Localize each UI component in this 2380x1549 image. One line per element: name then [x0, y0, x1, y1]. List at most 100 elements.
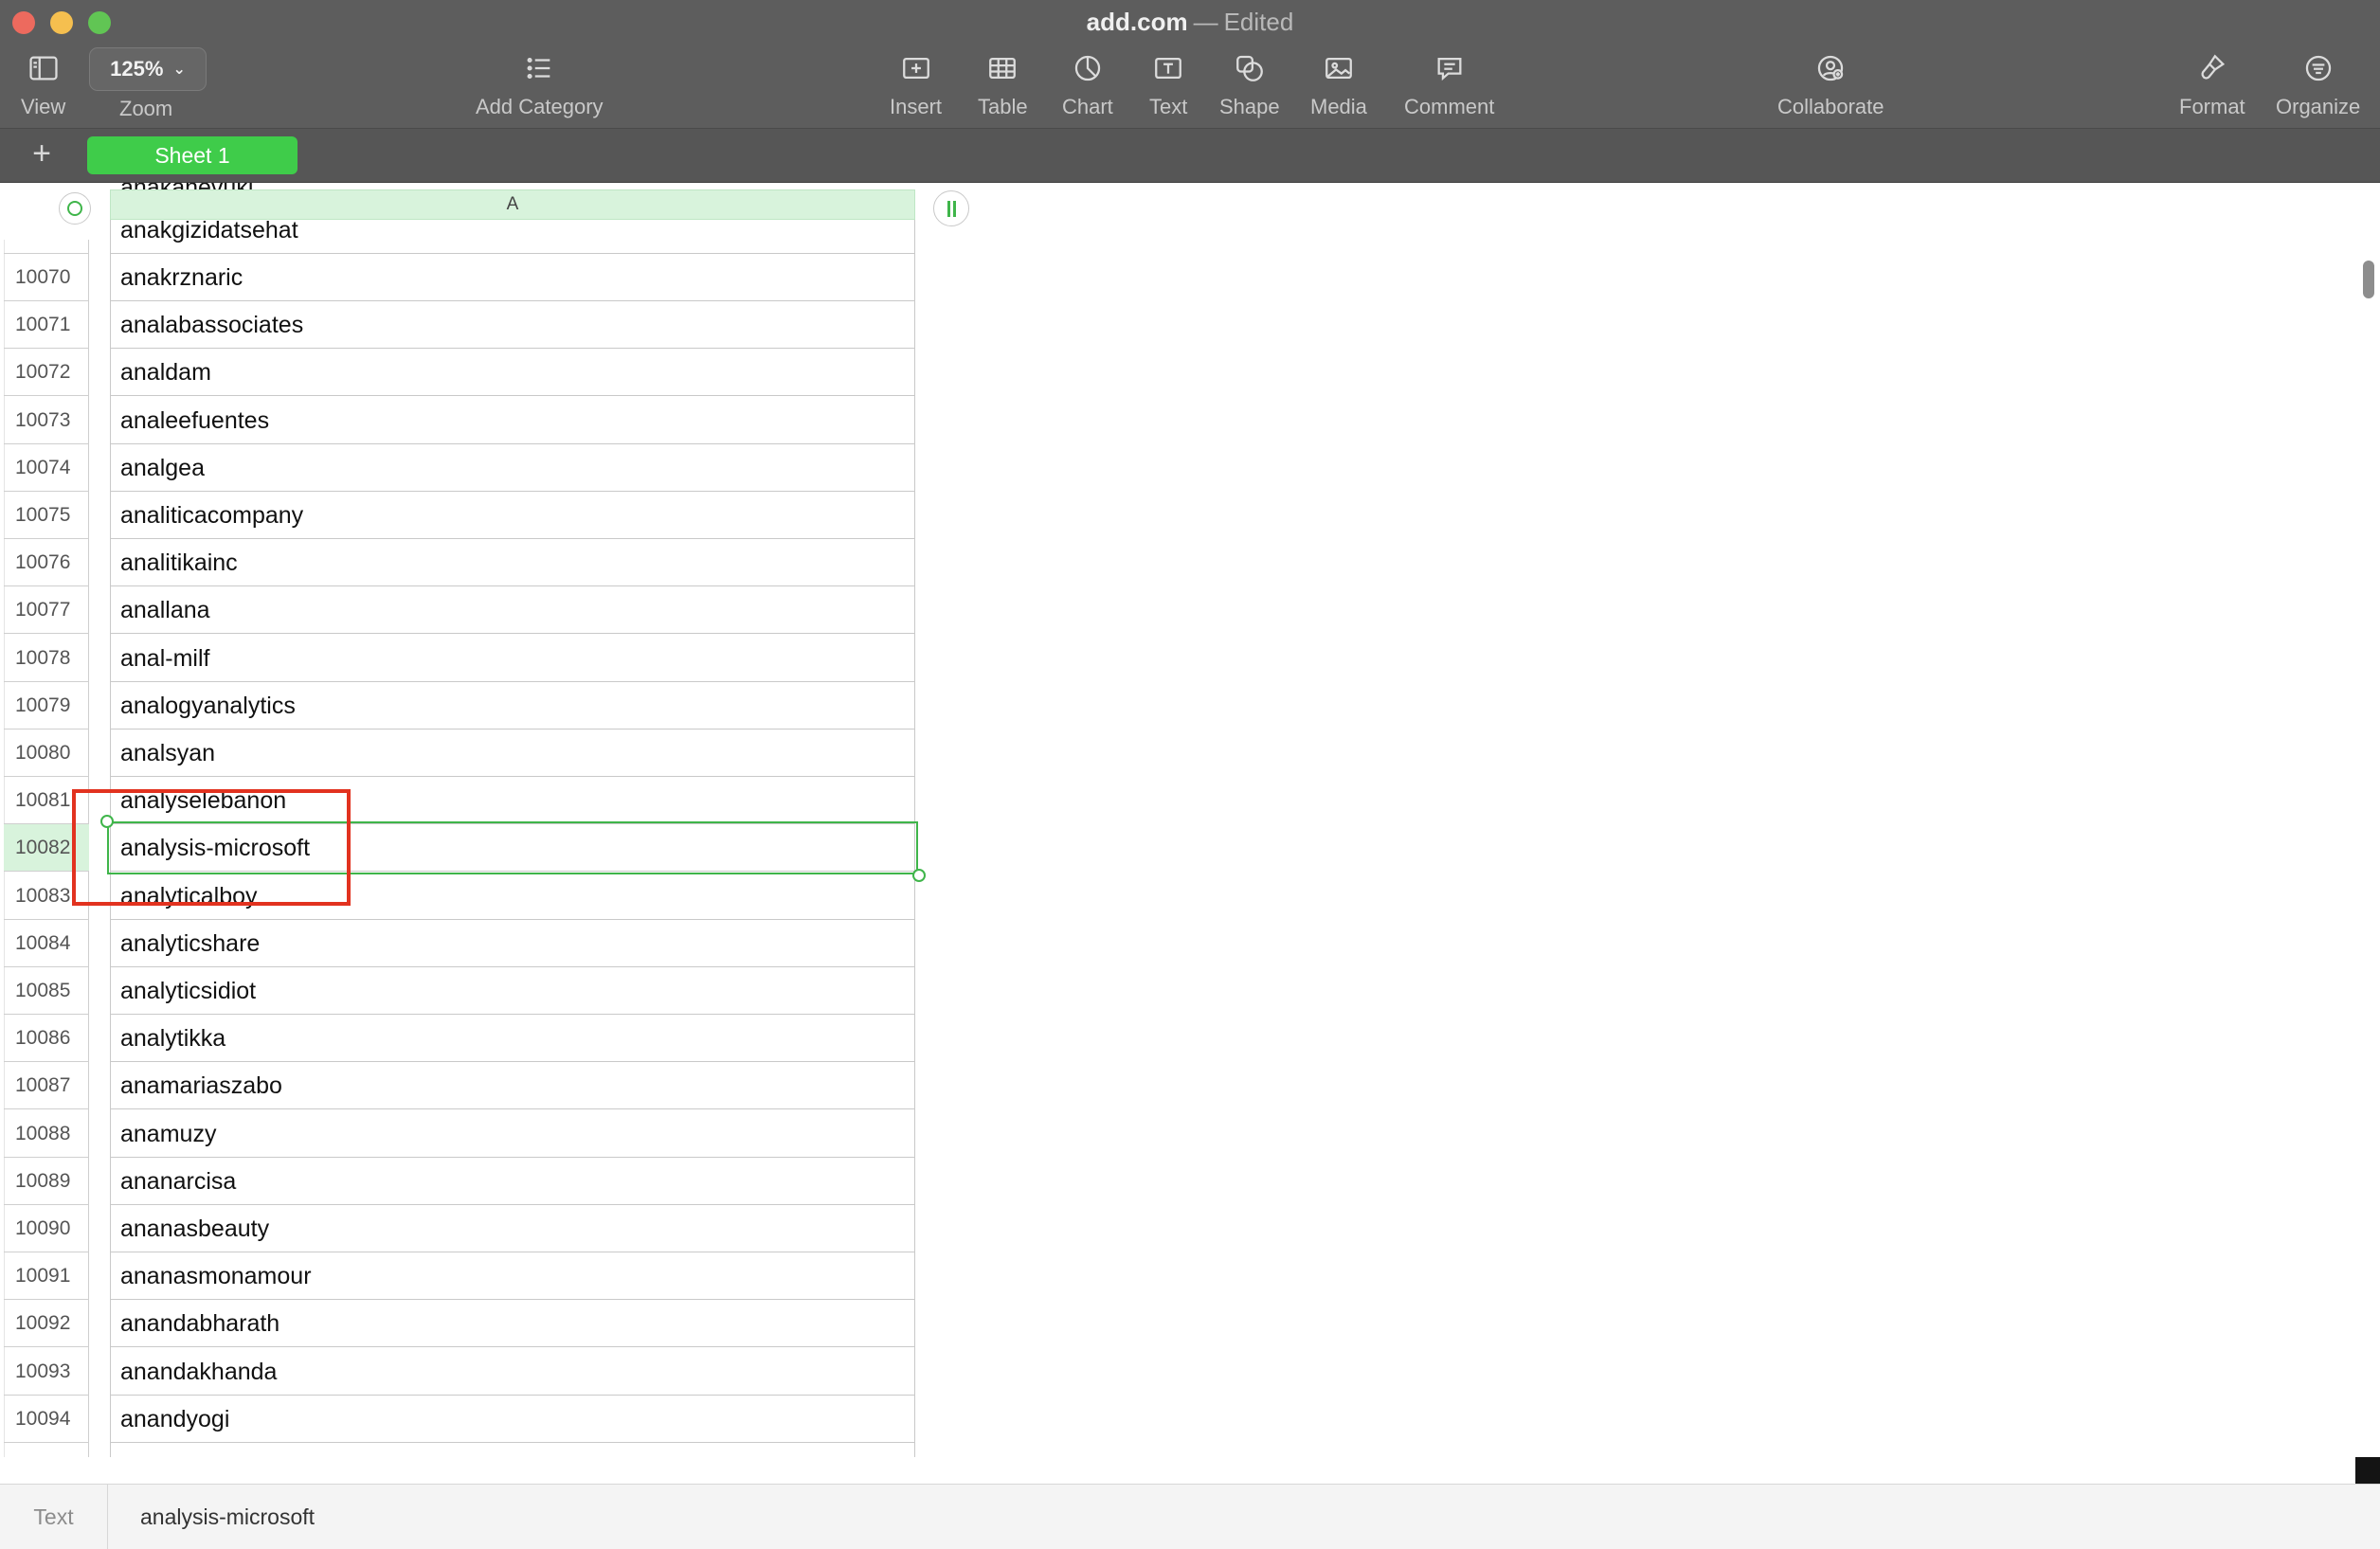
row-number[interactable]: 10092: [4, 1300, 89, 1347]
table-cell[interactable]: analyticsidiot: [110, 967, 915, 1015]
row-number[interactable]: 10079: [4, 682, 89, 729]
add-category-label: Add Category: [476, 95, 604, 118]
shape-button[interactable]: Shape: [1219, 51, 1280, 119]
table-cell[interactable]: analitikainc: [110, 539, 915, 586]
highlight-annotation-box: [72, 789, 351, 906]
media-label: Media: [1310, 95, 1367, 118]
collaborate-button[interactable]: Collaborate: [1777, 51, 1884, 119]
shape-label: Shape: [1219, 95, 1280, 118]
row-number[interactable]: 10088: [4, 1110, 89, 1158]
row-number[interactable]: 10076: [4, 539, 89, 586]
document-name: add.com: [1086, 8, 1188, 36]
table-cell[interactable]: ananasmonamour: [110, 1252, 915, 1300]
add-column-handle[interactable]: [933, 190, 969, 226]
row-number[interactable]: 10089: [4, 1158, 89, 1205]
title-separator: —: [1193, 8, 1218, 36]
sidebar-icon: [25, 51, 63, 85]
row-number[interactable]: 10090: [4, 1205, 89, 1252]
table-cell[interactable]: analytikka: [110, 1015, 915, 1062]
selection-handle-bottom-right[interactable]: [912, 869, 926, 882]
text-box-icon: [1149, 51, 1187, 85]
row-number[interactable]: 10077: [4, 586, 89, 634]
sheet-canvas[interactable]: anakanevuki anakgizidatsehat 10070anakrz…: [0, 183, 2380, 1457]
organize-button[interactable]: Organize: [2276, 51, 2360, 119]
table-select-handle[interactable]: [59, 192, 91, 225]
sheet-tabs-bar: + Sheet 1: [0, 129, 2380, 183]
table-cell[interactable]: analeefuentes: [110, 397, 915, 444]
person-plus-icon: [1812, 51, 1849, 85]
scrollbar-thumb[interactable]: [2363, 261, 2374, 298]
tab-sheet-1[interactable]: Sheet 1: [87, 136, 298, 174]
row-number[interactable]: 10073: [4, 397, 89, 444]
table-cell[interactable]: anakrznaric: [110, 254, 915, 301]
table-cell[interactable]: ananarcisa: [110, 1158, 915, 1205]
table-icon: [983, 51, 1021, 85]
media-button[interactable]: Media: [1310, 51, 1367, 119]
column-header-a[interactable]: A: [110, 189, 915, 220]
row-number[interactable]: 10094: [4, 1396, 89, 1443]
format-button[interactable]: Format: [2179, 51, 2245, 119]
row-number[interactable]: 10072: [4, 349, 89, 396]
table-cell[interactable]: anandabharath: [110, 1300, 915, 1347]
formula-bar: Text analysis-microsoft: [0, 1484, 2380, 1549]
table-cell[interactable]: analiticacompany: [110, 492, 915, 539]
table-cell[interactable]: analyticshare: [110, 920, 915, 967]
row-number[interactable]: 10070: [4, 254, 89, 301]
formula-value[interactable]: analysis-microsoft: [140, 1485, 315, 1549]
row-number-partial: [4, 237, 89, 254]
row-number[interactable]: 10085: [4, 967, 89, 1015]
row-number[interactable]: 10086: [4, 1015, 89, 1062]
table-cell[interactable]: analdam: [110, 349, 915, 396]
document-status: Edited: [1223, 8, 1294, 36]
chevron-down-icon: ⌄: [172, 62, 186, 78]
pie-chart-icon: [1069, 51, 1107, 85]
resize-corner[interactable]: [2355, 1457, 2380, 1484]
zoom-value: 125%: [110, 57, 164, 81]
row-number[interactable]: 10075: [4, 492, 89, 539]
list-icon: [520, 51, 558, 85]
insert-button[interactable]: Insert: [890, 51, 942, 119]
comment-label: Comment: [1404, 95, 1495, 118]
table-cell[interactable]: analabassociates: [110, 301, 915, 349]
table-cell[interactable]: analgea: [110, 444, 915, 492]
zoom-label: Zoom: [119, 97, 173, 120]
table-cell[interactable]: analogyanalytics: [110, 682, 915, 729]
row-number[interactable]: 10080: [4, 729, 89, 777]
window-title: add.com — Edited: [0, 8, 2380, 37]
organize-label: Organize: [2276, 95, 2361, 118]
vertical-scrollbar[interactable]: [2361, 202, 2374, 1452]
row-number[interactable]: 10078: [4, 635, 89, 682]
table-cell[interactable]: anamuzy: [110, 1110, 915, 1158]
table-label: Table: [978, 95, 1028, 118]
add-sheet-button[interactable]: +: [23, 135, 61, 172]
table-cell[interactable]: analsyan: [110, 729, 915, 777]
insert-plus-icon: [897, 51, 935, 85]
table-cell[interactable]: ananasbeauty: [110, 1205, 915, 1252]
view-label: View: [21, 95, 66, 118]
row-number[interactable]: 10093: [4, 1348, 89, 1396]
row-number[interactable]: 10087: [4, 1062, 89, 1109]
zoom-select[interactable]: 125% ⌄: [89, 47, 207, 91]
table-cell[interactable]: anandyogi: [110, 1396, 915, 1443]
paintbrush-icon: [2193, 51, 2231, 85]
cell-format-type[interactable]: Text: [0, 1485, 108, 1549]
chart-button[interactable]: Chart: [1062, 51, 1113, 119]
table-cell[interactable]: anal-milf: [110, 635, 915, 682]
row-number[interactable]: 10084: [4, 920, 89, 967]
add-category-button[interactable]: Add Category: [476, 51, 604, 119]
view-button[interactable]: View: [21, 51, 65, 119]
chart-label: Chart: [1062, 95, 1113, 118]
text-label: Text: [1149, 95, 1188, 118]
collaborate-label: Collaborate: [1777, 95, 1884, 118]
row-number[interactable]: 10091: [4, 1252, 89, 1300]
filter-icon: [2299, 51, 2337, 85]
table-cell[interactable]: anallana: [110, 586, 915, 634]
table-cell[interactable]: anandakhanda: [110, 1348, 915, 1396]
shape-icon: [1231, 51, 1269, 85]
comment-button[interactable]: Comment: [1404, 51, 1494, 119]
text-button[interactable]: Text: [1149, 51, 1187, 119]
table-cell[interactable]: anamariaszabo: [110, 1062, 915, 1109]
row-number[interactable]: 10071: [4, 301, 89, 349]
row-number[interactable]: 10074: [4, 444, 89, 492]
table-button[interactable]: Table: [978, 51, 1028, 119]
